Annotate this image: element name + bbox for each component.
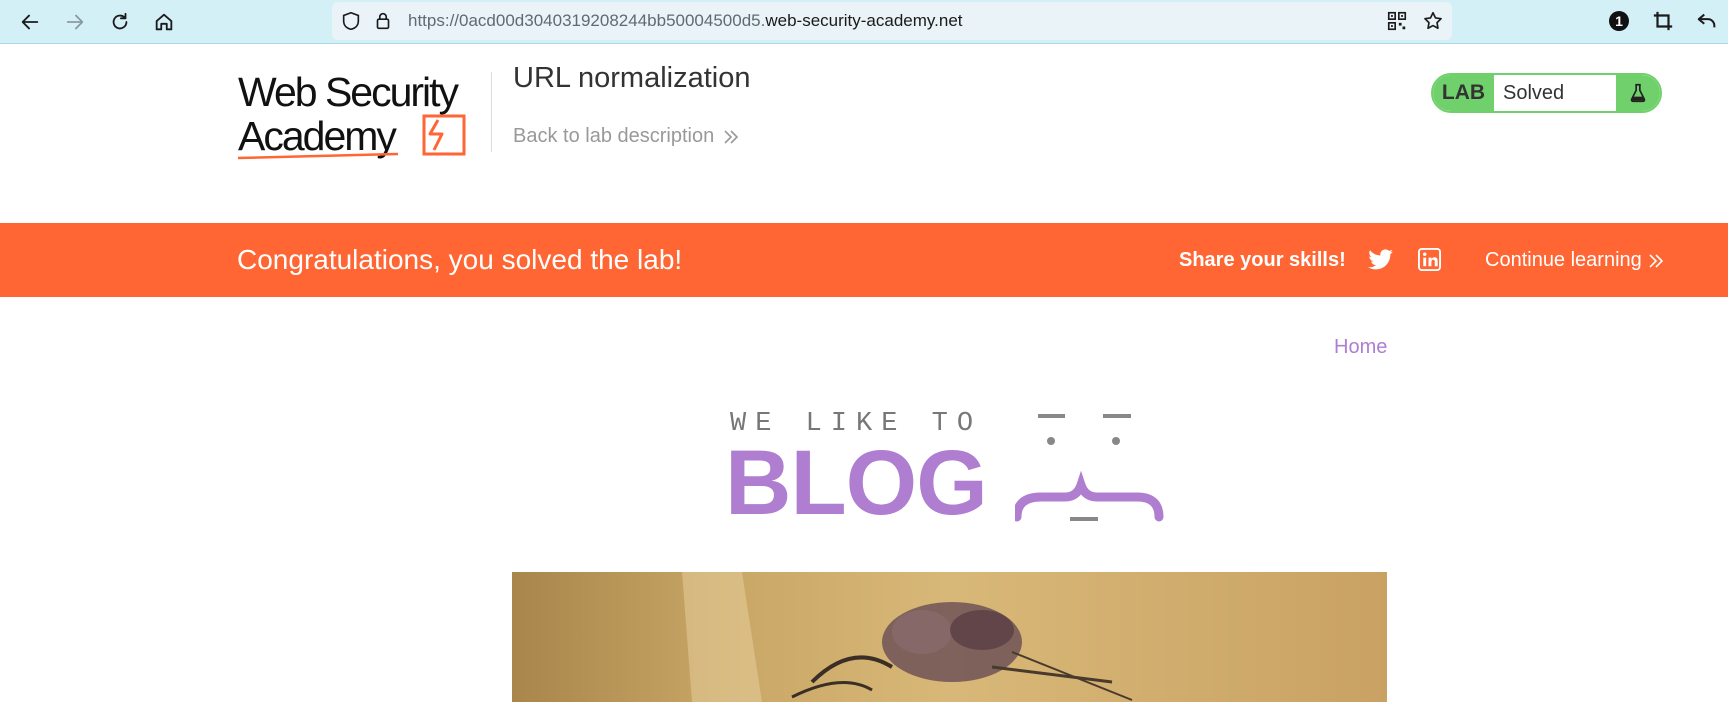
continue-learning-link[interactable]: Continue learning xyxy=(1485,249,1664,272)
reload-button[interactable] xyxy=(105,7,135,37)
url-text[interactable]: https://0acd00d3040319208244bb50004500d5… xyxy=(408,11,963,31)
home-nav-link[interactable]: Home xyxy=(1334,336,1387,359)
flask-icon xyxy=(1630,83,1646,103)
congrats-message: Congratulations, you solved the lab! xyxy=(237,244,683,275)
crop-icon xyxy=(1653,11,1673,31)
lab-status-badge: LAB Solved xyxy=(1431,73,1662,113)
reload-icon xyxy=(112,12,128,30)
url-prefix: https://0acd00d3040319208244bb50004500d5… xyxy=(408,11,766,30)
lab-title: URL normalization xyxy=(513,62,751,94)
blog-hero-image[interactable] xyxy=(512,572,1387,702)
blog-word: BLOG xyxy=(725,432,988,534)
double-chevron-right-icon xyxy=(1649,253,1663,268)
logo-line1: Web Security xyxy=(238,70,460,115)
web-security-academy-logo[interactable]: Web Security Academy xyxy=(237,69,488,162)
twitter-icon[interactable] xyxy=(1368,249,1394,271)
double-chevron-right-icon xyxy=(724,129,739,144)
lab-label: LAB xyxy=(1433,75,1494,111)
solved-banner: Congratulations, you solved the lab! Sha… xyxy=(0,223,1728,297)
logo-line2: Academy xyxy=(238,113,397,159)
header-divider xyxy=(491,72,492,152)
undo-button[interactable] xyxy=(1694,8,1720,34)
home-icon xyxy=(155,13,173,31)
back-to-lab-description-link[interactable]: Back to lab description xyxy=(513,125,740,148)
extension-badge-count: 1 xyxy=(1615,13,1623,29)
arrow-right-icon xyxy=(66,14,84,30)
extension-button[interactable]: 1 xyxy=(1606,8,1632,34)
blog-header-logo: WE LIKE TO BLOG xyxy=(725,405,1170,530)
flask-button[interactable] xyxy=(1616,75,1660,111)
screenshot-button[interactable] xyxy=(1650,8,1676,34)
lab-status-text: Solved xyxy=(1503,81,1565,104)
linkedin-icon[interactable] xyxy=(1418,248,1441,271)
arrow-left-icon xyxy=(21,14,39,30)
back-button[interactable] xyxy=(15,7,45,37)
undo-arrow-icon xyxy=(1697,13,1716,28)
star-icon[interactable] xyxy=(1422,10,1444,32)
address-bar[interactable]: https://0acd00d3040319208244bb50004500d5… xyxy=(332,2,1452,40)
browser-toolbar: https://0acd00d3040319208244bb50004500d5… xyxy=(0,0,1728,44)
share-label: Share your skills! xyxy=(1179,249,1346,271)
home-button[interactable] xyxy=(149,7,179,37)
forward-button[interactable] xyxy=(60,7,90,37)
qr-code-icon[interactable] xyxy=(1386,10,1408,32)
blog-face-icon xyxy=(1015,414,1164,522)
lock-icon[interactable] xyxy=(372,10,394,32)
continue-learning-label: Continue learning xyxy=(1485,249,1642,271)
back-link-label: Back to lab description xyxy=(513,125,715,147)
shield-icon[interactable] xyxy=(340,10,362,32)
url-host: web-security-academy.net xyxy=(765,11,963,30)
